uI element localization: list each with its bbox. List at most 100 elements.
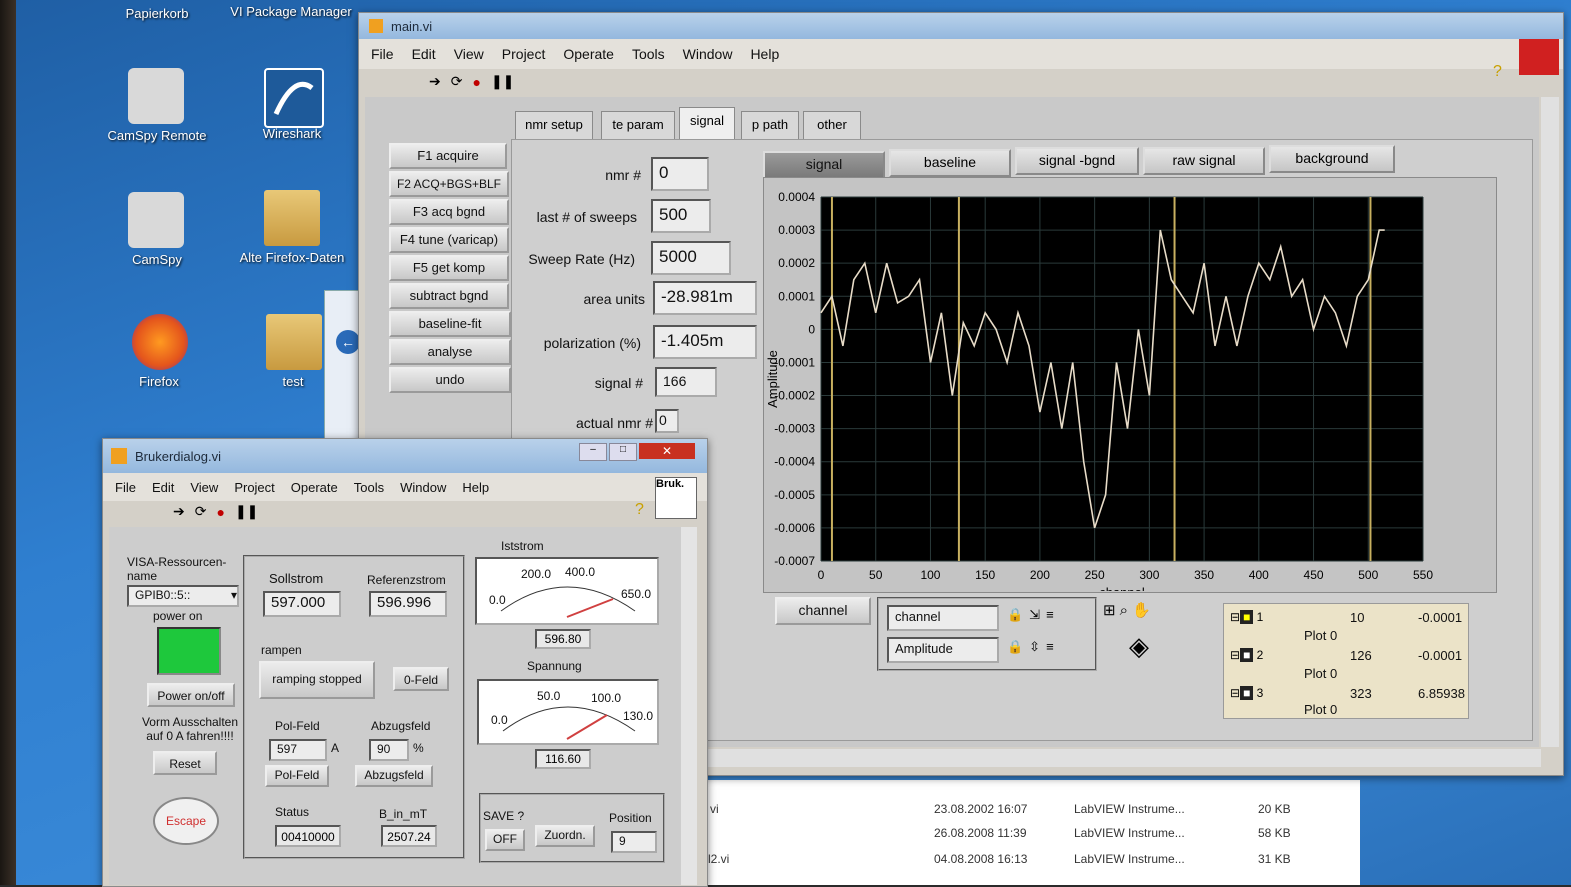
ramping-stopped-button[interactable]: ramping stopped — [259, 661, 375, 699]
f5-get-komp-button[interactable]: F5 get komp — [389, 255, 509, 281]
tab-te-param[interactable]: te param — [601, 111, 675, 139]
f3-acq-bgnd-button[interactable]: F3 acq bgnd — [389, 199, 509, 225]
help-icon[interactable]: ? — [635, 501, 644, 519]
cursor-3-x: 323 — [1350, 686, 1372, 701]
run-continuously-icon[interactable]: ⟳ — [451, 73, 463, 90]
save-toggle-button[interactable]: OFF — [485, 829, 525, 851]
y-scale-lock-icon[interactable]: 🔒⇳≡ — [1007, 639, 1060, 655]
desktop-icon-label-vipm[interactable]: VI Package Manager — [226, 4, 356, 19]
desktop-icon-label-camspy[interactable]: CamSpy — [92, 252, 222, 267]
polfeld-button[interactable]: Pol-Feld — [265, 765, 329, 787]
plot-tab-background[interactable]: background — [1269, 145, 1395, 173]
sollstrom-field[interactable]: 597.000 — [263, 591, 341, 617]
menu-project[interactable]: Project — [234, 480, 274, 495]
vertical-scrollbar[interactable] — [681, 527, 697, 885]
plot-tab-signal[interactable]: signal — [763, 151, 885, 179]
plot-tab-signal-bgnd[interactable]: signal -bgnd — [1015, 147, 1139, 175]
undo-button[interactable]: undo — [389, 367, 511, 393]
folder-icon[interactable] — [264, 190, 320, 246]
nmr-field[interactable]: 0 — [651, 157, 709, 191]
run-arrow-icon[interactable]: ➔ — [429, 73, 441, 90]
menu-window[interactable]: Window — [400, 480, 446, 495]
cursor-3-y: 6.85938 — [1418, 686, 1465, 701]
signal-chart[interactable]: 0 50 100 150 200 250 300 350 400 450 500 550 0.0004 0… — [763, 177, 1495, 591]
zero-field-button[interactable]: 0-Feld — [393, 667, 449, 691]
menu-tools[interactable]: Tools — [632, 46, 665, 62]
subtract-bgnd-button[interactable]: subtract bgnd — [389, 283, 509, 309]
tab-nmr-setup[interactable]: nmr setup — [515, 111, 593, 139]
menu-help[interactable]: Help — [750, 46, 779, 62]
analyse-button[interactable]: analyse — [389, 339, 511, 365]
iststrom-meter: 0.0 200.0 400.0 650.0 — [475, 557, 659, 625]
power-on-off-button[interactable]: Power on/off — [147, 683, 235, 707]
menu-file[interactable]: File — [115, 480, 136, 495]
f1-acquire-button[interactable]: F1 acquire — [389, 143, 507, 169]
firefox-icon[interactable] — [132, 314, 188, 370]
wireshark-icon[interactable] — [264, 68, 324, 128]
cursor-move-icon[interactable]: ◈ — [1129, 631, 1149, 662]
polfeld-field[interactable]: 597 — [269, 739, 327, 761]
abort-icon[interactable]: ● — [472, 74, 480, 90]
reset-button[interactable]: Reset — [153, 751, 217, 775]
desktop-icon-label-recycle[interactable]: Papierkorb — [92, 6, 222, 21]
cursor-2-icon[interactable]: ⊟ ■ 2 — [1230, 648, 1270, 662]
b-in-mt-indicator: 2507.24 — [381, 825, 437, 847]
zoom-tools-icon[interactable]: ⊞⌕✋ — [1103, 601, 1155, 619]
menu-file[interactable]: File — [371, 46, 394, 62]
x-scale-lock-icon[interactable]: 🔒⇲≡ — [1007, 607, 1060, 623]
pause-icon[interactable]: ❚❚ — [491, 73, 514, 90]
folder-icon[interactable] — [266, 314, 322, 370]
camspy-remote-icon[interactable] — [128, 68, 184, 124]
abzugsfeld-field[interactable]: 90 — [369, 739, 409, 761]
desktop-icon-label-wireshark[interactable]: Wireshark — [227, 126, 357, 141]
tab-signal[interactable]: signal — [679, 107, 735, 139]
sweep-rate-field[interactable]: 5000 — [651, 241, 731, 275]
menu-operate[interactable]: Operate — [563, 46, 614, 62]
visa-resource-select[interactable]: GPIB0::5:: ▾ — [127, 585, 239, 607]
escape-button[interactable]: Escape — [153, 797, 219, 845]
minimize-icon[interactable]: – — [579, 443, 607, 461]
menu-help[interactable]: Help — [462, 480, 489, 495]
position-field[interactable]: 9 — [611, 831, 657, 853]
cursor-1-icon[interactable]: ⊟ ■ 1 — [1230, 610, 1270, 624]
file-name[interactable]: vi — [710, 802, 719, 816]
vertical-scrollbar[interactable] — [1541, 97, 1559, 747]
run-continuously-icon[interactable]: ⟳ — [195, 503, 207, 520]
tab-p-path[interactable]: p path — [741, 111, 799, 139]
main-title-bar[interactable]: main.vi — [359, 13, 1563, 39]
desktop-icon-label-firefox[interactable]: Firefox — [94, 374, 224, 389]
menu-edit[interactable]: Edit — [152, 480, 174, 495]
abzugsfeld-button[interactable]: Abzugsfeld — [355, 765, 433, 787]
abort-icon[interactable]: ● — [216, 504, 224, 520]
pause-icon[interactable]: ❚❚ — [235, 503, 258, 520]
sweeps-field[interactable]: 500 — [651, 199, 711, 233]
plot-tab-baseline[interactable]: baseline — [889, 149, 1011, 177]
tab-other[interactable]: other — [803, 111, 861, 139]
desktop-icon-label-camspy-remote[interactable]: CamSpy Remote — [92, 128, 222, 143]
close-icon[interactable]: ✕ — [639, 443, 695, 459]
y-scale-name: Amplitude — [887, 637, 999, 663]
file-name[interactable]: l2.vi — [708, 852, 729, 866]
menu-operate[interactable]: Operate — [291, 480, 338, 495]
f2-acq-bgs-blf-button[interactable]: F2 ACQ+BGS+BLF — [389, 171, 509, 197]
help-icon[interactable]: ? — [1493, 63, 1502, 81]
maximize-icon[interactable]: □ — [609, 443, 637, 461]
plot-tab-raw-signal[interactable]: raw signal — [1143, 147, 1265, 175]
menu-tools[interactable]: Tools — [354, 480, 384, 495]
run-arrow-icon[interactable]: ➔ — [173, 503, 185, 520]
zuordn-button[interactable]: Zuordn. — [535, 825, 595, 847]
f4-tune-button[interactable]: F4 tune (varicap) — [389, 227, 509, 253]
menu-project[interactable]: Project — [502, 46, 546, 62]
menu-view[interactable]: View — [454, 46, 484, 62]
desktop-icon-label-firefox-data[interactable]: Alte Firefox-Daten — [227, 250, 357, 265]
menu-view[interactable]: View — [190, 480, 218, 495]
back-arrow-icon[interactable]: ← — [336, 330, 360, 354]
cursor-3-icon[interactable]: ⊟ ■ 3 — [1230, 686, 1270, 700]
camspy-icon[interactable] — [128, 192, 184, 248]
channel-button[interactable]: channel — [775, 597, 871, 625]
baseline-fit-button[interactable]: baseline-fit — [389, 311, 511, 337]
menu-edit[interactable]: Edit — [412, 46, 436, 62]
menu-window[interactable]: Window — [683, 46, 733, 62]
chevron-down-icon[interactable]: ▾ — [231, 587, 237, 603]
horizontal-scrollbar[interactable] — [701, 749, 1541, 767]
